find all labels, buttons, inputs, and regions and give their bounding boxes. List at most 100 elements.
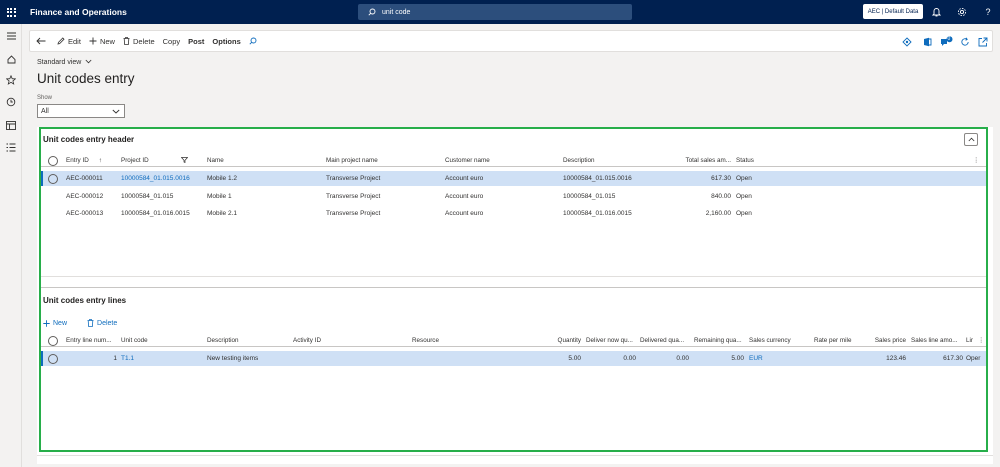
cell-rate-per-mile bbox=[814, 351, 869, 366]
cell-remaining-quantity: 5.00 bbox=[731, 355, 744, 362]
copy-button[interactable]: Copy bbox=[159, 30, 185, 52]
cell-description: 10000584_01.015.0016 bbox=[563, 175, 632, 182]
cell-project-id-link[interactable]: 10000584_01.015.0016 bbox=[121, 171, 206, 186]
show-dropdown[interactable]: All bbox=[37, 104, 125, 118]
table-row[interactable]: AEC-000011 10000584_01.015.0016 Mobile 1… bbox=[41, 171, 988, 186]
trash-icon bbox=[87, 319, 94, 327]
header-section-title[interactable]: Unit codes entry header bbox=[43, 135, 134, 144]
col-entry-id[interactable]: Entry ID ↑ bbox=[66, 154, 121, 166]
lines-new-button[interactable]: New bbox=[43, 320, 77, 327]
cell-entry-id: AEC-000013 bbox=[66, 210, 104, 217]
collapse-button[interactable] bbox=[964, 133, 978, 146]
cell-activity-id bbox=[293, 351, 373, 366]
cell-name: Mobile 1 bbox=[207, 193, 232, 200]
open-new-window-icon[interactable] bbox=[976, 35, 990, 49]
search-box[interactable]: unit code bbox=[358, 4, 632, 20]
table-row[interactable]: 1 T1.1 New testing items 5.00 0.00 0.00 … bbox=[41, 351, 988, 366]
cell-project-id: 10000584_01.015 bbox=[121, 193, 174, 200]
workspaces-icon[interactable] bbox=[4, 118, 18, 132]
cell-entry-id: AEC-000012 bbox=[66, 193, 104, 200]
message-icon[interactable]: 0 bbox=[940, 35, 954, 49]
table-row[interactable]: AEC-000013 10000584_01.016.0015 Mobile 2… bbox=[41, 206, 988, 221]
col-delivered-quantity[interactable]: Delivered qua... bbox=[640, 334, 690, 346]
plus-icon bbox=[89, 37, 97, 45]
home-icon[interactable] bbox=[4, 52, 18, 66]
lines-delete-button[interactable]: Delete bbox=[87, 319, 127, 327]
edit-button[interactable]: Edit bbox=[53, 30, 85, 52]
cell-line-description: New testing items bbox=[207, 355, 259, 362]
col-customer-name[interactable]: Customer name bbox=[445, 154, 555, 166]
col-total-sales-amount[interactable]: Total sales am... bbox=[671, 154, 732, 166]
cell-unit-code-link[interactable]: T1.1 bbox=[121, 351, 181, 366]
col-main-project-name[interactable]: Main project name bbox=[326, 154, 436, 166]
lines-toolbar: New Delete bbox=[43, 317, 137, 329]
col-remaining-quantity[interactable]: Remaining qua... bbox=[694, 334, 746, 346]
col-deliver-now-quantity[interactable]: Deliver now qu... bbox=[586, 334, 638, 346]
section-divider bbox=[41, 276, 988, 277]
post-tab[interactable]: Post bbox=[184, 30, 208, 52]
help-icon[interactable]: ? bbox=[981, 5, 995, 19]
modules-list-icon[interactable] bbox=[4, 140, 18, 154]
col-resource[interactable]: Resource bbox=[412, 334, 492, 346]
section-divider bbox=[41, 287, 988, 288]
col-line-description[interactable]: Description bbox=[207, 334, 287, 346]
col-name[interactable]: Name bbox=[207, 154, 307, 166]
cell-deliver-now-quantity: 0.00 bbox=[623, 355, 636, 362]
cell-customer-name: Account euro bbox=[445, 193, 484, 200]
col-sales-line-amount[interactable]: Sales line amo... bbox=[911, 334, 965, 346]
cell-line-status: Oper bbox=[966, 355, 981, 362]
col-sales-price[interactable]: Sales price bbox=[866, 334, 906, 346]
gear-icon[interactable] bbox=[955, 5, 969, 19]
table-row[interactable]: AEC-000012 10000584_01.015 Mobile 1 Tran… bbox=[41, 189, 988, 204]
row-select-radio[interactable] bbox=[48, 353, 58, 364]
col-unit-code[interactable]: Unit code bbox=[121, 334, 181, 346]
left-navigation bbox=[0, 24, 22, 467]
col-activity-id[interactable]: Activity ID bbox=[293, 334, 373, 346]
options-tab[interactable]: Options bbox=[208, 30, 244, 52]
app-launcher-button[interactable] bbox=[0, 0, 22, 24]
row-select-radio[interactable] bbox=[48, 173, 58, 184]
clock-icon[interactable] bbox=[4, 95, 18, 109]
select-all-radio[interactable] bbox=[48, 155, 58, 166]
cell-description: 10000584_01.016.0015 bbox=[563, 210, 632, 217]
cell-resource bbox=[412, 351, 492, 366]
search-icon bbox=[368, 8, 376, 16]
view-selector[interactable]: Standard view bbox=[37, 59, 92, 66]
col-sales-currency[interactable]: Sales currency bbox=[749, 334, 804, 346]
cell-total-sales-amount: 2,160.00 bbox=[705, 210, 731, 217]
cell-total-sales-amount: 840.00 bbox=[711, 193, 731, 200]
action-search-button[interactable] bbox=[245, 30, 264, 52]
select-all-radio[interactable] bbox=[48, 335, 58, 346]
show-label: Show bbox=[37, 95, 53, 101]
bell-icon[interactable] bbox=[929, 5, 943, 19]
col-description[interactable]: Description bbox=[563, 154, 673, 166]
star-icon[interactable] bbox=[4, 73, 18, 87]
cell-sales-currency-link[interactable]: EUR bbox=[749, 351, 804, 366]
delete-button[interactable]: Delete bbox=[119, 30, 159, 52]
col-quantity[interactable]: Quantity bbox=[541, 334, 581, 346]
col-rate-per-mile[interactable]: Rate per mile bbox=[814, 334, 869, 346]
app-title[interactable]: Finance and Operations bbox=[30, 7, 127, 17]
new-button[interactable]: New bbox=[85, 30, 119, 52]
lines-section-title[interactable]: Unit codes entry lines bbox=[43, 296, 126, 305]
col-entry-line-number[interactable]: Entry line num... bbox=[66, 334, 124, 346]
search-input[interactable]: unit code bbox=[382, 9, 410, 16]
hamburger-icon[interactable] bbox=[4, 29, 18, 43]
column-options-icon[interactable]: ⋮ bbox=[978, 334, 986, 346]
filter-icon bbox=[180, 157, 188, 163]
refresh-icon[interactable] bbox=[958, 35, 972, 49]
cell-status: Open bbox=[736, 210, 752, 217]
diamond-settings-icon[interactable] bbox=[900, 35, 914, 49]
company-picker[interactable]: AEC | Default Data bbox=[863, 4, 923, 19]
chevron-down-icon bbox=[112, 109, 120, 114]
col-line-status[interactable]: Lir bbox=[966, 334, 978, 346]
col-project-id[interactable]: Project ID bbox=[121, 154, 206, 166]
cell-delivered-quantity: 0.00 bbox=[676, 355, 689, 362]
cell-description: 10000584_01.015 bbox=[563, 193, 616, 200]
col-status[interactable]: Status bbox=[736, 154, 776, 166]
office-icon[interactable] bbox=[920, 35, 934, 49]
cell-customer-name: Account euro bbox=[445, 175, 484, 182]
back-button[interactable] bbox=[30, 30, 53, 52]
cell-quantity: 5.00 bbox=[568, 355, 581, 362]
column-options-icon[interactable]: ⋮ bbox=[973, 154, 981, 166]
